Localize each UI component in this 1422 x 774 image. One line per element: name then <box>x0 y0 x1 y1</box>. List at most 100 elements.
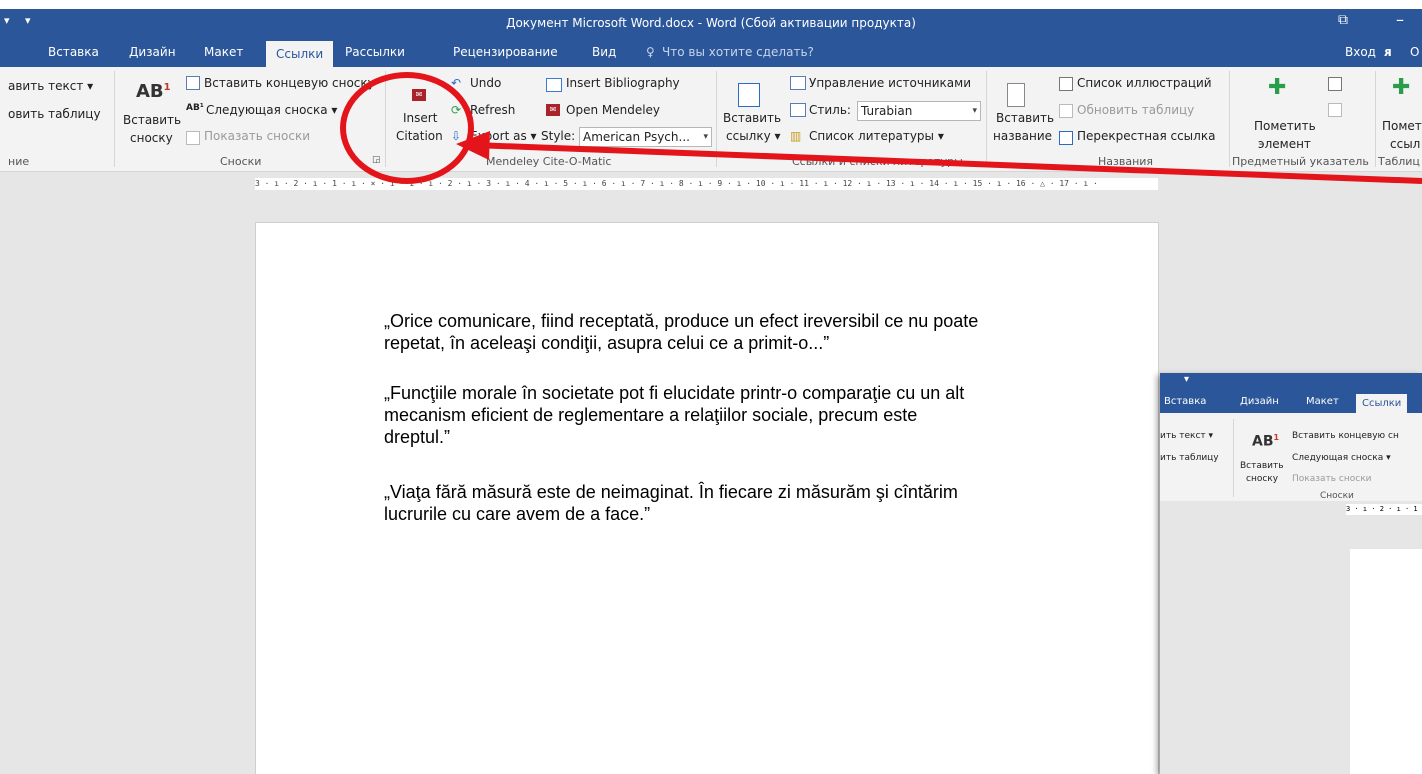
insert-citation-ru-icon <box>738 83 760 107</box>
authorities-group-label: Таблиц <box>1378 155 1420 168</box>
tab-layout[interactable]: Макет <box>192 37 255 67</box>
manage-sources-button[interactable]: Управление источниками <box>809 76 971 90</box>
share-icon[interactable]: ᴙ <box>1384 37 1392 67</box>
group-separator <box>385 71 386 167</box>
paragraph-1[interactable]: „Orice comunicare, fiind receptată, prod… <box>384 310 1104 354</box>
paragraph-2-line-1: „Funcţiile morale în societate pot fi el… <box>384 383 965 403</box>
tab-mailings[interactable]: Рассылки <box>333 37 417 67</box>
refresh-button[interactable]: Refresh <box>470 103 515 117</box>
open-mendeley-button[interactable]: Open Mendeley <box>566 103 660 117</box>
show-notes-button[interactable]: Показать сноски <box>204 129 310 143</box>
bibliography-icon: ▥ <box>790 129 802 143</box>
insert-caption-label-2[interactable]: название <box>993 129 1052 143</box>
insert-footnote-label-2[interactable]: сноску <box>130 131 173 145</box>
cross-reference-button[interactable]: Перекрестная ссылка <box>1077 129 1215 143</box>
insert-caption-icon <box>1007 83 1025 107</box>
inset-update-table: ить таблицу <box>1160 453 1219 463</box>
citations-group-label: Ссылки и списки литературы <box>792 155 963 168</box>
insert-caption-label[interactable]: Вставить <box>996 111 1054 125</box>
insert-link-label-2[interactable]: ссылку ▾ <box>726 129 781 143</box>
minimize-button[interactable]: – <box>1396 10 1404 29</box>
mark-citation-label-2[interactable]: ссыл <box>1390 137 1420 151</box>
tab-insert[interactable]: Вставка <box>36 37 111 67</box>
update-figures-icon <box>1059 104 1073 118</box>
paragraph-1-line-1: „Orice comunicare, fiind receptată, prod… <box>384 311 979 331</box>
insert-citation-label[interactable]: Insert <box>403 111 437 125</box>
ribbon-display-options-icon[interactable]: ⧉ <box>1338 12 1348 28</box>
captions-group-label: Названия <box>1098 155 1154 168</box>
insert-citation-label-2[interactable]: Citation <box>396 129 443 143</box>
tab-view[interactable]: Вид <box>580 37 628 67</box>
table-of-figures-icon <box>1059 77 1073 91</box>
footnotes-dialog-launcher-icon[interactable]: ◲ <box>372 155 381 165</box>
insert-footnote-icon[interactable]: AB1 <box>136 81 171 102</box>
inset-insert-endnote: Вставить концевую сн <box>1292 431 1399 441</box>
ribbon: авить текст ▾ овить таблицу ние AB1 Вста… <box>0 67 1422 172</box>
mendeley-group-label: Mendeley Cite-O-Matic <box>486 155 612 168</box>
paragraph-2[interactable]: „Funcţiile morale în societate pot fi el… <box>384 382 1104 448</box>
inset-tab-design: Дизайн <box>1240 396 1279 407</box>
export-icon: ⇩ <box>451 129 462 143</box>
export-as-button[interactable]: Export as ▾ <box>470 129 537 143</box>
group-separator <box>986 71 987 167</box>
window-title: Документ Microsoft Word.docx - Word (Сбо… <box>506 16 916 30</box>
citation-style-select[interactable]: American Psych... ▾ <box>579 127 712 147</box>
sign-in-link[interactable]: Вход <box>1345 37 1376 67</box>
undo-button[interactable]: Undo <box>470 76 501 90</box>
ruler-scale: 3 · ı · 2 · ı · 1 · ı · ⨯ · ı · 1 · ı · … <box>255 178 1158 190</box>
citation-style-ru-select[interactable]: Turabian ▾ <box>857 101 981 121</box>
tab-references[interactable]: Ссылки <box>266 41 334 67</box>
insert-footnote-label[interactable]: Вставить <box>123 113 181 127</box>
tab-design[interactable]: Дизайн <box>117 37 188 67</box>
insert-bibliography-button[interactable]: Insert Bibliography <box>566 76 680 90</box>
update-figures-table-button[interactable]: Обновить таблицу <box>1077 103 1194 117</box>
tab-review[interactable]: Рецензирование <box>441 37 570 67</box>
inset-word-screenshot: ▾ Вставка Дизайн Макет Ссылки ить текст … <box>1160 373 1422 774</box>
insert-index-icon[interactable] <box>1328 77 1342 91</box>
share-label[interactable]: О <box>1410 37 1419 67</box>
inset-ruler: 3 · ı · 2 · ı · 1 <box>1160 501 1422 519</box>
toc-group-label: ние <box>8 155 30 168</box>
mark-citation-icon[interactable]: ✚ <box>1392 75 1410 100</box>
insert-endnote-button[interactable]: Вставить концевую сноску <box>204 76 375 90</box>
horizontal-ruler[interactable]: 3 · ı · 2 · ı · 1 · ı · ⨯ · ı · 1 · ı · … <box>0 172 1422 194</box>
inset-tab-references: Ссылки <box>1356 394 1408 413</box>
inset-ruler-scale: 3 · ı · 2 · ı · 1 <box>1346 504 1422 515</box>
insert-endnote-icon <box>186 76 200 90</box>
style-label: Style: <box>541 129 576 143</box>
footnotes-group-label: Сноски <box>220 155 262 168</box>
lightbulb-icon: ♀ <box>646 45 655 59</box>
tell-me-box[interactable]: Что вы хотите сделать? <box>662 37 814 67</box>
paragraph-3-line-1: „Viaţa fără măsură este de neimaginat. Î… <box>384 482 958 502</box>
insert-bibliography-icon <box>546 78 562 92</box>
mark-entry-label[interactable]: Пометить <box>1254 119 1316 133</box>
paragraph-3[interactable]: „Viaţa fără măsură este de neimaginat. Î… <box>384 481 1104 525</box>
update-index-icon[interactable] <box>1328 103 1342 117</box>
cross-reference-icon <box>1059 131 1073 145</box>
insert-citation-icon[interactable]: ✉ <box>412 89 426 101</box>
inset-separator <box>1233 419 1234 497</box>
insert-link-label[interactable]: Вставить <box>723 111 781 125</box>
mark-entry-label-2[interactable]: элемент <box>1258 137 1311 151</box>
next-footnote-button[interactable]: Следующая сноска ▾ <box>206 103 337 117</box>
inset-ribbon: ить текст ▾ ить таблицу AB1 Вставить сно… <box>1160 413 1422 502</box>
mendeley-logo-icon: ✉ <box>546 104 560 116</box>
manage-sources-icon <box>790 76 806 90</box>
inset-footnotes-group-label: Сноски <box>1320 491 1354 501</box>
inset-title-bar: ▾ <box>1160 373 1422 391</box>
inset-add-text: ить текст ▾ <box>1160 431 1214 441</box>
inset-tab-layout: Макет <box>1306 396 1339 407</box>
mark-citation-label[interactable]: Помет <box>1382 119 1422 133</box>
inset-footnote-icon: AB1 <box>1252 433 1280 450</box>
show-notes-icon <box>186 131 200 145</box>
inset-next-footnote: Следующая сноска ▾ <box>1292 453 1391 463</box>
bibliography-button[interactable]: Список литературы ▾ <box>809 129 944 143</box>
inset-insert-footnote-2: сноску <box>1246 474 1279 484</box>
update-table-button[interactable]: овить таблицу <box>8 107 101 121</box>
group-separator <box>716 71 717 167</box>
inset-insert-footnote-1: Вставить <box>1240 461 1284 471</box>
add-text-button[interactable]: авить текст ▾ <box>8 79 93 93</box>
inset-page <box>1350 549 1422 774</box>
mark-entry-icon[interactable]: ✚ <box>1268 75 1286 100</box>
table-of-figures-button[interactable]: Список иллюстраций <box>1077 76 1212 90</box>
